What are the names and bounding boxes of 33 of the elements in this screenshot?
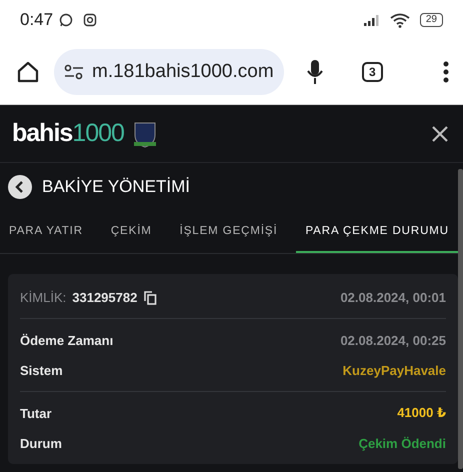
camera-icon [83, 13, 98, 27]
tab-count[interactable]: 3 [362, 62, 383, 82]
wifi-icon [390, 12, 410, 28]
id-value: 331295782 [72, 290, 138, 304]
chevron-left-icon [15, 181, 25, 193]
field-value: Çekim Ödendi [358, 436, 446, 450]
shield-icon [132, 120, 158, 148]
home-icon[interactable] [16, 60, 40, 84]
microphone-icon[interactable] [306, 59, 324, 85]
field-value: 41000 ₺ [397, 405, 446, 421]
field-label: Durum [20, 436, 62, 450]
created-date: 02.08.2024, 00:01 [340, 290, 446, 304]
field-label: Tutar [20, 406, 52, 420]
field-label: Sistem [20, 362, 63, 378]
chat-icon [59, 13, 74, 27]
id-label: KİMLİK: [20, 290, 66, 304]
address-bar[interactable]: m.181bahis1000.com [54, 49, 284, 95]
battery-level: 29 [420, 13, 443, 27]
field-value: 02.08.2024, 00:25 [340, 332, 446, 348]
status-time: 0:47 [20, 10, 54, 30]
url-text: m.181bahis1000.com [92, 61, 274, 83]
menu-icon[interactable] [443, 61, 449, 83]
copy-icon[interactable] [143, 290, 158, 304]
page-title: BAKİYE YÖNETİMİ [42, 177, 190, 197]
tab[interactable]: ÇEKİM [102, 211, 161, 253]
tab[interactable]: İŞLEM GEÇMİŞİ [170, 211, 287, 253]
close-icon[interactable] [431, 124, 449, 142]
logo: bahis1000 [12, 119, 124, 148]
site-settings-icon[interactable] [64, 64, 84, 80]
field-value: KuzeyPayHavale [342, 362, 446, 378]
field-label: Ödeme Zamanı [20, 332, 114, 348]
back-button[interactable] [8, 175, 32, 199]
tab[interactable]: PARA YATIR [0, 211, 92, 253]
